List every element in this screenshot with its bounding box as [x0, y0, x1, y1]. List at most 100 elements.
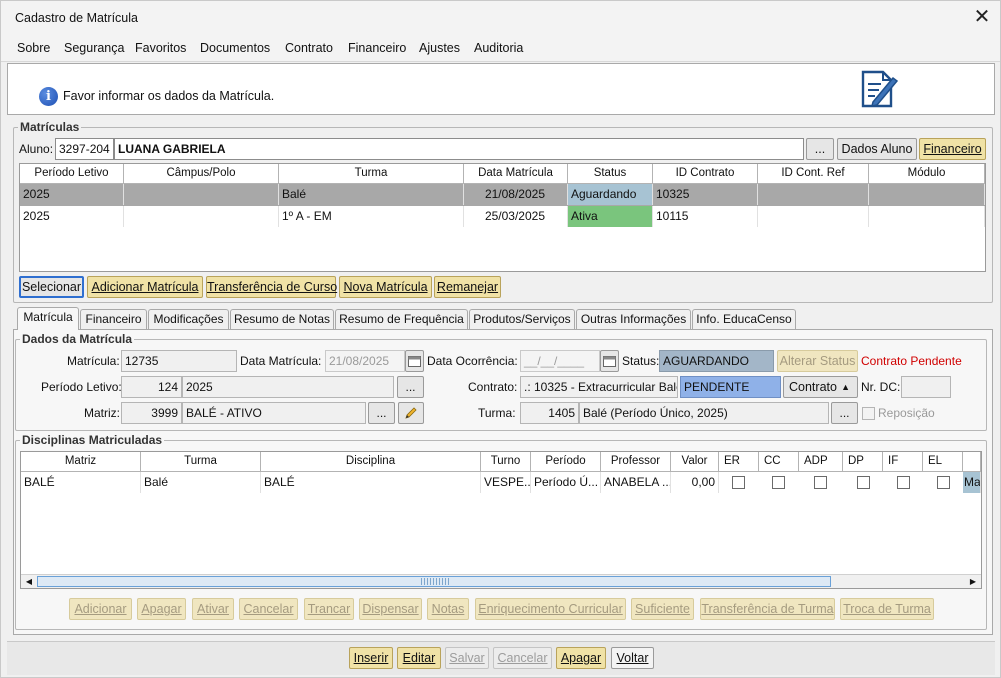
reposicao-checkbox[interactable]	[862, 407, 875, 420]
apagar-button[interactable]: Apagar	[556, 647, 606, 669]
matriz-code-field[interactable]: 3999	[121, 402, 182, 424]
col-periodo[interactable]: Período Letivo	[20, 164, 124, 184]
cancelar-button[interactable]: Cancelar	[493, 647, 552, 669]
turma-code-field[interactable]: 1405	[520, 402, 579, 424]
adicionar-disciplina-button[interactable]: Adicionar	[69, 598, 132, 620]
close-icon[interactable]: ✕	[967, 4, 997, 32]
cc-checkbox[interactable]	[772, 476, 785, 489]
tab-resumo-notas[interactable]: Resumo de Notas	[230, 309, 334, 329]
calendar-icon[interactable]	[405, 350, 424, 372]
col-if[interactable]: IF	[883, 452, 923, 472]
turma-field[interactable]: Balé (Período Único, 2025)	[579, 402, 829, 424]
adp-checkbox[interactable]	[814, 476, 827, 489]
matriz-field[interactable]: BALÉ - ATIVO	[182, 402, 366, 424]
data-matricula-field[interactable]: 21/08/2025	[325, 350, 405, 372]
matriz-search-button[interactable]: ...	[368, 402, 395, 424]
ativar-button[interactable]: Ativar	[192, 598, 234, 620]
apagar-disciplina-button[interactable]: Apagar	[137, 598, 186, 620]
menu-financeiro[interactable]: Financeiro	[348, 41, 406, 55]
cell-disciplina: BALÉ	[261, 472, 481, 493]
suficiente-button[interactable]: Suficiente	[631, 598, 694, 620]
tab-resumo-frequencia[interactable]: Resumo de Frequência	[335, 309, 468, 329]
col-adp[interactable]: ADP	[799, 452, 843, 472]
dp-checkbox[interactable]	[857, 476, 870, 489]
adicionar-matricula-button[interactable]: Adicionar Matrícula	[87, 276, 203, 298]
transferencia-curso-button[interactable]: Transferência de Curso	[206, 276, 337, 298]
contrato-field[interactable]: .: 10325 - Extracurricular Balé	[520, 376, 678, 398]
cancelar-disciplina-button[interactable]: Cancelar	[239, 598, 298, 620]
col-id-contrato[interactable]: ID Contrato	[653, 164, 758, 184]
col-dp[interactable]: DP	[843, 452, 883, 472]
nova-matricula-button[interactable]: Nova Matrícula	[339, 276, 432, 298]
transferencia-turma-button[interactable]: Transferência de Turma	[700, 598, 835, 620]
contrato-dropdown-button[interactable]: Contrato ▲	[783, 376, 858, 398]
cell-ref	[758, 184, 869, 205]
enriquecimento-button[interactable]: Enriquecimento Curricular	[475, 598, 626, 620]
editar-button[interactable]: Editar	[397, 647, 441, 669]
menu-favoritos[interactable]: Favoritos	[135, 41, 186, 55]
col-disciplina[interactable]: Disciplina	[261, 452, 481, 472]
aluno-search-button[interactable]: ...	[806, 138, 834, 160]
nr-dc-label: Nr. DC:	[861, 380, 901, 394]
aluno-name-field[interactable]: LUANA GABRIELA	[114, 138, 804, 160]
remanejar-button[interactable]: Remanejar	[434, 276, 501, 298]
col-modulo[interactable]: Módulo	[869, 164, 985, 184]
calendar-icon[interactable]	[600, 350, 619, 372]
cell-modulo	[869, 184, 985, 205]
document-edit-icon	[861, 70, 899, 108]
if-checkbox[interactable]	[897, 476, 910, 489]
menu-ajustes[interactable]: Ajustes	[419, 41, 460, 55]
voltar-button[interactable]: Voltar	[611, 647, 654, 669]
col-extra[interactable]	[963, 452, 981, 472]
inserir-button[interactable]: Inserir	[349, 647, 393, 669]
tab-outras-informacoes[interactable]: Outras Informações	[576, 309, 691, 329]
periodo-search-button[interactable]: ...	[397, 376, 424, 398]
col-campus[interactable]: Câmpus/Polo	[124, 164, 279, 184]
selecionar-button[interactable]: Selecionar	[19, 276, 84, 298]
col-valor[interactable]: Valor	[671, 452, 719, 472]
col-turma[interactable]: Turma	[141, 452, 261, 472]
col-data[interactable]: Data Matrícula	[464, 164, 568, 184]
tab-financeiro[interactable]: Financeiro	[80, 309, 147, 329]
col-status[interactable]: Status	[568, 164, 653, 184]
col-cc[interactable]: CC	[759, 452, 799, 472]
financeiro-button[interactable]: Financeiro	[919, 138, 986, 160]
contrato-label: Contrato:	[468, 380, 518, 394]
turma-search-button[interactable]: ...	[831, 402, 858, 424]
edit-pencil-icon[interactable]	[398, 402, 424, 424]
data-ocorrencia-field[interactable]: __/__/____	[520, 350, 600, 372]
el-checkbox[interactable]	[937, 476, 950, 489]
matricula-field[interactable]: 12735	[121, 350, 237, 372]
scroll-left-icon[interactable]: ◀	[23, 576, 35, 587]
col-el[interactable]: EL	[923, 452, 963, 472]
col-turno[interactable]: Turno	[481, 452, 531, 472]
scroll-right-icon[interactable]: ▶	[967, 576, 979, 587]
col-professor[interactable]: Professor	[601, 452, 671, 472]
col-er[interactable]: ER	[719, 452, 759, 472]
nr-dc-field[interactable]	[901, 376, 951, 398]
dados-aluno-button[interactable]: Dados Aluno	[837, 138, 917, 160]
col-periodo[interactable]: Período	[531, 452, 601, 472]
col-turma[interactable]: Turma	[279, 164, 464, 184]
col-matriz[interactable]: Matriz	[21, 452, 141, 472]
notas-button[interactable]: Notas	[427, 598, 469, 620]
menu-sobre[interactable]: Sobre	[17, 41, 50, 55]
tab-matricula[interactable]: Matrícula	[17, 307, 79, 330]
trancar-button[interactable]: Trancar	[304, 598, 354, 620]
menu-documentos[interactable]: Documentos	[200, 41, 270, 55]
periodo-field[interactable]: 2025	[182, 376, 394, 398]
periodo-code-field[interactable]: 124	[121, 376, 182, 398]
aluno-code-field[interactable]: 3297-204	[55, 138, 114, 160]
salvar-button[interactable]: Salvar	[445, 647, 489, 669]
alterar-status-button[interactable]: Alterar Status	[777, 350, 858, 372]
col-id-cont-ref[interactable]: ID Cont. Ref	[758, 164, 869, 184]
dispensar-button[interactable]: Dispensar	[359, 598, 422, 620]
menu-seguranca[interactable]: Segurança	[64, 41, 124, 55]
menu-auditoria[interactable]: Auditoria	[474, 41, 523, 55]
tab-produtos-servicos[interactable]: Produtos/Serviços	[469, 309, 575, 329]
troca-turma-button[interactable]: Troca de Turma	[840, 598, 934, 620]
tab-info-educacenso[interactable]: Info. EducaCenso	[692, 309, 796, 329]
er-checkbox[interactable]	[732, 476, 745, 489]
menu-contrato[interactable]: Contrato	[285, 41, 333, 55]
tab-modificacoes[interactable]: Modificações	[148, 309, 229, 329]
